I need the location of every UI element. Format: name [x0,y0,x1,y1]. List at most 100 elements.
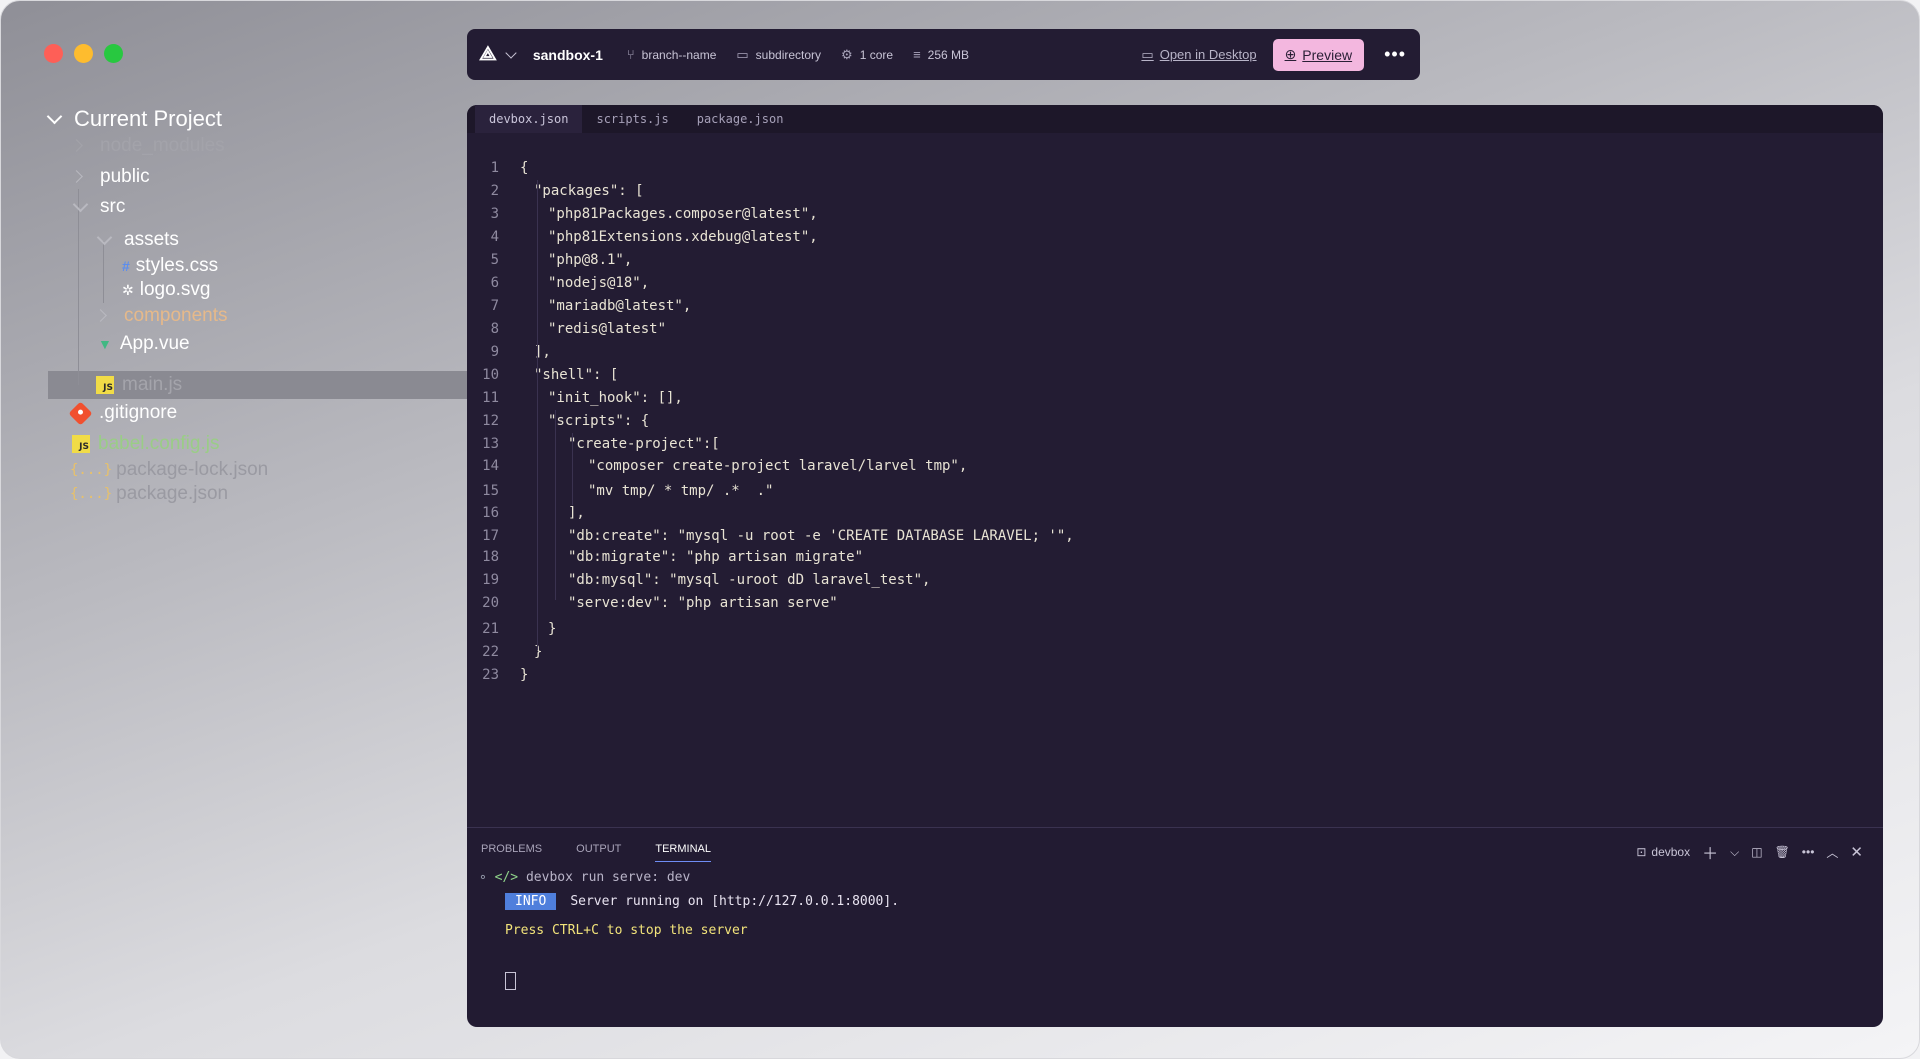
line-number: 16 [482,505,499,521]
memory-info: ≡ 256 MB [913,47,970,62]
tree-item-assets[interactable]: assets [98,226,179,254]
info-badge: INFO [505,893,557,910]
preview-button[interactable]: ⊕ Preview [1272,38,1365,71]
app-logo-icon[interactable]: ⟁ [479,43,497,66]
tree-item-gitignore[interactable]: .gitignore [68,399,177,427]
terminal-actions: ⊡ devbox ＋ ⌵ ◫ 🗑 ••• ︿ ✕ [1636,840,1863,864]
globe-icon: ⊕ [1284,46,1297,62]
code-text: ], [568,505,585,521]
new-terminal-icon[interactable]: ＋ [1702,840,1718,864]
line-number: 5 [490,252,499,268]
chevron-down-icon[interactable]: ⌵ [1730,845,1739,860]
sandbox-name[interactable]: sandbox-1 [533,47,603,63]
line-number: 3 [490,206,499,222]
line-number: 11 [482,390,499,406]
code-text: "init_hook": [], [548,390,683,406]
code-text: } [548,621,557,637]
project-header[interactable]: Current Project [48,105,222,133]
chevron-right-icon [98,310,110,322]
chevron-down-icon[interactable] [505,46,517,59]
code-text: "serve:dev": "php artisan serve" [568,595,838,611]
code-text: "mariadb@latest", [548,298,692,314]
cpu-icon: ⚙ [841,46,853,62]
chevron-down-icon [98,234,110,246]
code-text: "php@8.1", [548,252,633,268]
bottom-panel: PROBLEMS OUTPUT TERMINAL ⊡ devbox ＋ ⌵ ◫ … [467,827,1883,1027]
chevron-right-icon [74,140,86,152]
cpu-info: ⚙ 1 core [841,46,894,62]
tree-item-app-vue[interactable]: ▼ App.vue [98,330,190,358]
code-text: "shell": [ [534,367,619,383]
branch-info[interactable]: ⑂ branch--name [627,47,717,62]
tree-item-babel-config[interactable]: JS babel.config.js [72,430,219,458]
chevron-down-icon [48,113,60,125]
tab-scripts-js[interactable]: scripts.js [582,105,682,133]
line-number: 18 [482,549,499,565]
line-number: 8 [490,321,499,337]
git-file-icon [68,400,93,426]
code-text: "db:mysql": "mysql -uroot dD laravel_tes… [568,572,931,588]
tab-problems[interactable]: PROBLEMS [481,843,542,862]
line-number: 23 [482,667,499,683]
tree-item-components[interactable]: components [98,302,228,330]
editor-tabs: devbox.json scripts.js package.json [467,105,1883,133]
code-text: { [520,160,529,176]
code-text: } [534,644,543,660]
panel-tabs: PROBLEMS OUTPUT TERMINAL [481,843,711,862]
line-number: 2 [490,183,499,199]
terminal-stop-line: Press CTRL+C to stop the server [505,923,748,938]
indent-guide [537,180,538,650]
minimize-window-button[interactable] [74,44,93,63]
line-number: 19 [482,572,499,588]
line-number: 22 [482,644,499,660]
app-window: Current Project node_modules public src … [0,0,1920,1059]
code-text: "php81Extensions.xdebug@latest", [548,229,818,245]
close-icon[interactable]: ✕ [1850,843,1863,861]
svg-file-icon: ✲ [122,281,134,298]
tab-devbox-json[interactable]: devbox.json [475,105,583,133]
code-text: "packages": [ [534,183,644,199]
more-options-icon[interactable]: ••• [1384,44,1406,65]
split-terminal-icon[interactable]: ◫ [1751,845,1762,859]
tree-item-public[interactable]: public [74,163,150,191]
tab-package-json[interactable]: package.json [683,105,798,133]
trash-icon[interactable]: 🗑 [1775,845,1790,859]
terminal-selector[interactable]: ⊡ devbox [1636,845,1690,859]
terminal-info-line: INFO Server running on [http://127.0.0.1:… [505,893,899,910]
tree-item-node-modules[interactable]: node_modules [74,132,225,160]
line-number: 13 [482,436,499,452]
directory-info[interactable]: ▭ subdirectory [736,47,821,63]
code-text: "redis@latest" [548,321,667,337]
tab-terminal[interactable]: TERMINAL [655,843,711,862]
indent-guide [572,433,573,505]
open-in-desktop-link[interactable]: ▭ Open in Desktop [1141,47,1256,63]
code-text: "composer create-project laravel/larvel … [588,458,968,474]
terminal-cursor [505,972,516,990]
terminal-icon: ⊡ [1636,845,1647,859]
more-icon[interactable]: ••• [1802,845,1815,859]
line-number: 6 [490,275,499,291]
close-window-button[interactable] [44,44,63,63]
terminal-command-line: ∘ </> devbox run serve: dev [479,870,691,885]
window-controls [44,44,123,63]
chevron-down-icon [74,201,86,213]
line-number: 12 [482,413,499,429]
tree-item-package-json[interactable]: {...} package.json [70,480,228,508]
branch-icon: ⑂ [626,47,635,62]
code-text: "db:migrate": "php artisan migrate" [568,549,864,565]
line-number: 4 [490,229,499,245]
chevron-up-icon[interactable]: ︿ [1826,844,1838,861]
maximize-window-button[interactable] [104,44,123,63]
chevron-right-icon [74,171,86,183]
js-file-icon: JS [72,435,90,453]
tab-output[interactable]: OUTPUT [576,843,621,862]
line-number: 7 [490,298,499,314]
line-number: 14 [482,458,499,474]
code-text: "scripts": { [548,413,650,429]
line-number: 15 [482,483,499,499]
tree-item-logo-svg[interactable]: ✲ logo.svg [122,276,211,304]
code-editor: devbox.json scripts.js package.json 1 {2 "… [467,105,1883,827]
tree-item-main-js[interactable]: JS main.js [96,371,182,399]
tree-item-src[interactable]: src [74,193,125,221]
folder-icon: ▭ [736,46,749,62]
